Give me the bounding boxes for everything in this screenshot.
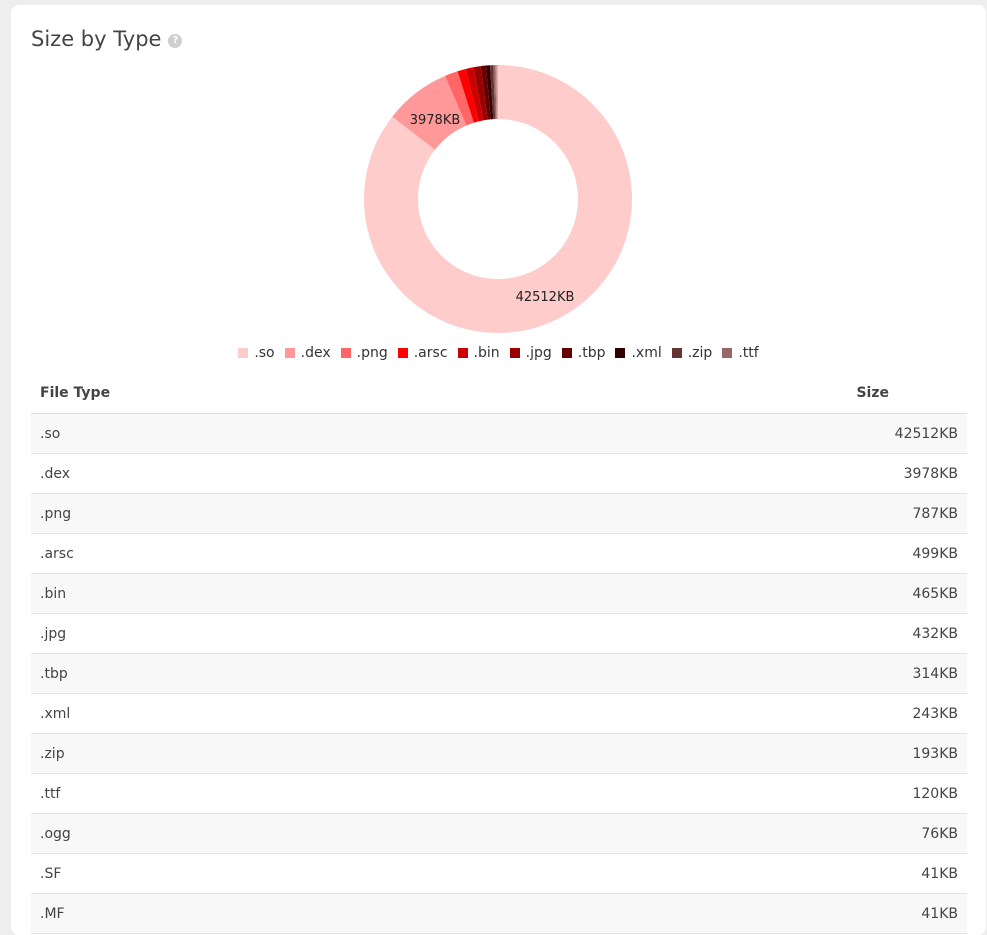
cell-size: 499KB: [912, 545, 958, 562]
cell-file-type: .arsc: [40, 545, 74, 562]
legend-label: .zip: [687, 345, 713, 361]
legend-label: .xml: [631, 345, 662, 361]
cell-size: 41KB: [921, 865, 958, 882]
table-row: .SF 41KB: [31, 854, 967, 894]
cell-file-type: .png: [40, 505, 72, 522]
legend-item[interactable]: .xml: [615, 345, 662, 361]
cell-file-type: .xml: [40, 705, 71, 722]
table-row: .dex 3978KB: [31, 454, 967, 494]
cell-file-type: .MF: [40, 905, 65, 922]
table-row: .ttf 120KB: [31, 774, 967, 814]
table-row: .zip 193KB: [31, 734, 967, 774]
cell-file-type: .zip: [40, 745, 65, 762]
legend-label: .tbp: [577, 345, 606, 361]
slice-data-label: 3978KB: [410, 113, 461, 128]
table-row: .tbp 314KB: [31, 654, 967, 694]
legend-item[interactable]: .arsc: [397, 345, 448, 361]
legend-item[interactable]: .so: [238, 345, 275, 361]
legend-label: .so: [254, 345, 275, 361]
cell-size: 787KB: [912, 505, 958, 522]
legend-item[interactable]: .zip: [671, 345, 713, 361]
legend-label: .png: [356, 345, 388, 361]
legend-swatch: [671, 348, 682, 358]
table-row: .so 42512KB: [31, 414, 967, 454]
legend-label: .bin: [473, 345, 500, 361]
legend-swatch: [284, 348, 295, 358]
legend-item[interactable]: .jpg: [509, 345, 552, 361]
legend-swatch: [340, 348, 351, 358]
cell-file-type: .jpg: [40, 625, 67, 642]
legend-swatch: [457, 348, 468, 358]
legend-swatch: [561, 348, 572, 358]
table-header: File Type Size: [31, 373, 967, 414]
cell-size: 120KB: [912, 785, 958, 802]
table-body: .so 42512KB .dex 3978KB .png 787KB .arsc 499KB.…: [31, 414, 967, 934]
table-row: .jpg 432KB: [31, 614, 967, 654]
cell-size: 193KB: [912, 745, 958, 762]
cell-size: 243KB: [912, 705, 958, 722]
cell-file-type: .tbp: [40, 665, 68, 682]
table-row: .arsc 499KB: [31, 534, 967, 574]
chart-legend: .so .dex .png .arsc .bin .jpg .tbp .xml .zip .ttf: [11, 345, 986, 361]
legend-swatch: [615, 348, 626, 358]
legend-item[interactable]: .png: [340, 345, 388, 361]
cell-file-type: .ogg: [40, 825, 71, 842]
legend-swatch: [238, 348, 249, 358]
table-row: .xml 243KB: [31, 694, 967, 734]
cell-size: 465KB: [912, 585, 958, 602]
cell-file-type: .dex: [40, 465, 70, 482]
legend-swatch: [722, 348, 733, 358]
size-by-type-card: Size by Type ? 42512KB 3978KB .so .dex .png…: [11, 5, 986, 935]
cell-file-type: .bin: [40, 585, 67, 602]
table-row: .bin 465KB: [31, 574, 967, 614]
donut-chart: 42512KB 3978KB: [363, 65, 632, 333]
cell-file-type: .ttf: [40, 785, 61, 802]
slice-data-label: 42512KB: [516, 290, 575, 305]
header-size[interactable]: Size: [856, 385, 967, 401]
cell-size: 432KB: [912, 625, 958, 642]
cell-size: 41KB: [921, 905, 958, 922]
table-row: .ogg 76KB: [31, 814, 967, 854]
file-type-table: File Type Size .so 42512KB .dex 3978KB .png 7…: [31, 373, 967, 934]
legend-swatch: [397, 348, 408, 358]
table-row: .MF 41KB: [31, 894, 967, 934]
cell-size: 42512KB: [894, 425, 958, 442]
legend-label: .dex: [300, 345, 331, 361]
header-file-type[interactable]: File Type: [31, 385, 110, 401]
cell-size: 76KB: [921, 825, 958, 842]
legend-item[interactable]: .bin: [457, 345, 500, 361]
legend-label: .ttf: [738, 345, 759, 361]
legend-swatch: [509, 348, 520, 358]
table-row: .png 787KB: [31, 494, 967, 534]
legend-item[interactable]: .tbp: [561, 345, 606, 361]
cell-file-type: .SF: [40, 865, 62, 882]
legend-label: .arsc: [413, 345, 448, 361]
legend-label: .jpg: [525, 345, 552, 361]
legend-item[interactable]: .dex: [284, 345, 331, 361]
cell-file-type: .so: [40, 425, 61, 442]
legend-item[interactable]: .ttf: [722, 345, 759, 361]
cell-size: 314KB: [912, 665, 958, 682]
cell-size: 3978KB: [903, 465, 958, 482]
